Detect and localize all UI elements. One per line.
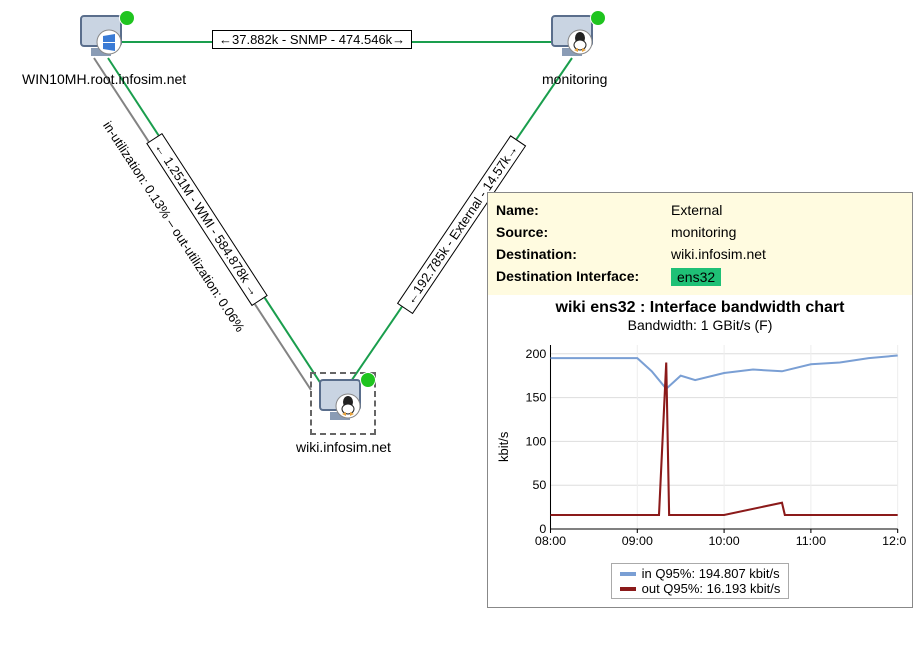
legend-row-in: in Q95%: 194.807 kbit/s — [620, 566, 781, 581]
detail-row-dest-interface: Destination Interface: ens32 — [496, 265, 904, 289]
svg-text:09:00: 09:00 — [622, 534, 653, 548]
node-wiki[interactable]: wiki.infosim.net — [296, 372, 391, 455]
legend-swatch-out — [620, 587, 636, 591]
detail-table: Name: External Source: monitoring Destin… — [488, 193, 912, 295]
svg-text:08:00: 08:00 — [535, 534, 566, 548]
node-monitoring[interactable]: monitoring — [542, 12, 607, 87]
detail-row-name: Name: External — [496, 199, 904, 221]
status-indicator — [119, 10, 135, 26]
node-win10mh[interactable]: WIN10MH.root.infosim.net — [22, 12, 186, 87]
chart-ylabel: kbit/s — [494, 337, 511, 557]
detail-row-destination: Destination: wiki.infosim.net — [496, 243, 904, 265]
link-detail-panel: Name: External Source: monitoring Destin… — [487, 192, 913, 608]
chart-legend: in Q95%: 194.807 kbit/s out Q95%: 16.193… — [611, 563, 790, 599]
svg-text:200: 200 — [526, 347, 547, 361]
svg-text:12:00: 12:00 — [882, 534, 906, 548]
chart-title: wiki ens32 : Interface bandwidth chart — [494, 299, 906, 317]
chart-subtitle: Bandwidth: 1 GBit/s (F) — [494, 317, 906, 333]
detail-row-source: Source: monitoring — [496, 221, 904, 243]
status-indicator — [590, 10, 606, 26]
svg-text:11:00: 11:00 — [796, 534, 826, 548]
legend-swatch-in — [620, 572, 636, 576]
svg-text:50: 50 — [532, 478, 546, 492]
legend-row-out: out Q95%: 16.193 kbit/s — [620, 581, 781, 596]
bandwidth-chart: wiki ens32 : Interface bandwidth chart B… — [488, 295, 912, 607]
node-label: monitoring — [542, 71, 607, 87]
svg-text:150: 150 — [526, 391, 547, 405]
svg-text:100: 100 — [526, 435, 547, 449]
node-label: WIN10MH.root.infosim.net — [22, 71, 186, 87]
svg-text:10:00: 10:00 — [709, 534, 740, 548]
link-label-snmp: ←37.882k - SNMP - 474.546k→ — [212, 30, 412, 49]
chart-plot: 05010015020008:0009:0010:0011:0012:00 — [511, 337, 906, 557]
status-indicator — [360, 372, 376, 388]
node-label: wiki.infosim.net — [296, 439, 391, 455]
